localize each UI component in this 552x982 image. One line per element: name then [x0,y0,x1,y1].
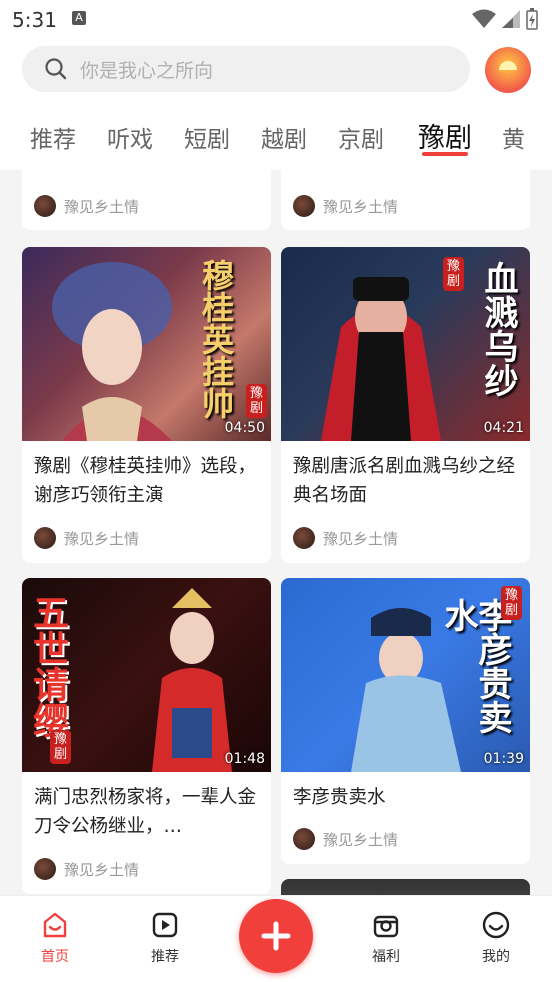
search-placeholder: 你是我心之所向 [80,59,214,82]
tab-tingxi[interactable]: 听戏 [107,120,153,154]
sun-icon [499,61,517,70]
video-duration: 01:48 [224,751,265,767]
nav-home[interactable]: 首页 [25,910,85,966]
video-title[interactable]: 豫剧唐派名剧血溅乌纱之经典名场面 [293,452,519,510]
thumbnail-overlay-title: 五世请缨 [27,594,69,738]
tab-duanju[interactable]: 短剧 [184,120,230,154]
avatar [293,195,315,217]
card-author: 豫见乡土情 [34,195,139,217]
nav-mine[interactable]: 我的 [466,910,526,966]
avatar [34,858,56,880]
nav-welfare[interactable]: 福利 [356,910,416,966]
thumbnail-overlay-title: 李彦贵卖水 [438,598,512,734]
avatar [34,195,56,217]
tab-jingju[interactable]: 京剧 [338,120,384,154]
video-title[interactable]: 满门忠烈杨家将，一辈人金刀令公杨继业，… [34,783,260,841]
video-card[interactable]: 穆桂英挂帅 豫剧 04:50 豫剧《穆桂英挂帅》选段，谢彦巧领衔主演 豫见乡土情 [22,247,271,563]
thumbnail-overlay-title: 血溅乌纱 [478,261,518,397]
wifi-icon [472,9,496,28]
badge: 豫剧 [443,257,464,291]
category-tabs: 推荐 听戏 短剧 越剧 京剧 豫剧 黄 [0,114,552,170]
bottom-nav: 首页 推荐 福利 我的 [0,895,552,982]
publish-button[interactable] [239,899,313,973]
video-title[interactable]: 李彦贵卖水 [293,783,519,812]
battery-icon [526,8,538,30]
badge: 豫剧 [246,384,267,418]
video-card[interactable] [281,879,530,895]
badge: 豫剧 [501,586,522,620]
nav-welfare-label: 福利 [372,949,400,965]
video-card[interactable]: 豫见乡土情 [22,170,271,230]
video-card[interactable]: 李彦贵卖水 豫剧 01:39 李彦贵卖水 豫见乡土情 [281,578,530,864]
status-bar: 5:31 A [0,0,552,38]
signal-icon [502,10,520,28]
nav-recommend[interactable]: 推荐 [135,910,195,966]
card-author: 豫见乡土情 [293,195,398,217]
search-bar[interactable]: 你是我心之所向 [22,46,470,92]
thumbnail-overlay-title: 穆桂英挂帅 [197,259,235,419]
avatar [293,828,315,850]
video-thumbnail[interactable]: 五世请缨 豫剧 01:48 [22,578,271,772]
tab-yueju[interactable]: 越剧 [261,120,307,154]
video-duration: 01:39 [483,751,524,767]
home-icon [43,912,67,938]
video-card[interactable]: 五世请缨 豫剧 01:48 满门忠烈杨家将，一辈人金刀令公杨继业，… 豫见乡土情 [22,578,271,894]
signin-button[interactable]: 签到 [485,47,552,93]
signin-label: 签到 [531,75,552,88]
status-time: 5:31 [12,8,57,32]
notification-icon: A [72,11,86,25]
avatar [34,527,56,549]
tab-huang[interactable]: 黄 [502,120,525,154]
card-author: 豫见乡土情 [34,527,139,549]
video-title[interactable]: 豫剧《穆桂英挂帅》选段，谢彦巧领衔主演 [34,452,260,510]
nav-home-label: 首页 [41,949,69,965]
header: 你是我心之所向 签到 推荐 听戏 短剧 越剧 京剧 豫剧 黄 [0,38,552,170]
video-card[interactable]: 血溅乌纱 豫剧 04:21 豫剧唐派名剧血溅乌纱之经典名场面 豫见乡土情 [281,247,530,563]
active-tab-indicator [422,152,468,156]
video-thumbnail[interactable]: 李彦贵卖水 豫剧 01:39 [281,578,530,772]
tab-yuju[interactable]: 豫剧 [418,116,472,155]
avatar [293,527,315,549]
nav-mine-label: 我的 [482,949,510,965]
nav-recommend-label: 推荐 [151,949,179,965]
video-thumbnail[interactable]: 穆桂英挂帅 豫剧 04:50 [22,247,271,441]
video-duration: 04:50 [224,420,265,436]
badge: 豫剧 [50,730,71,764]
play-icon [152,912,178,938]
tab-tuijian[interactable]: 推荐 [30,120,76,154]
video-feed[interactable]: 豫见乡土情 豫见乡土情 穆桂英挂帅 豫剧 04:50 豫剧《穆桂英挂帅》选段，谢… [0,170,552,895]
card-author: 豫见乡土情 [293,828,398,850]
card-author: 豫见乡土情 [293,527,398,549]
card-author: 豫见乡土情 [34,858,139,880]
video-thumbnail[interactable]: 血溅乌纱 豫剧 04:21 [281,247,530,441]
search-icon [45,58,67,80]
plus-icon [261,921,291,951]
video-card[interactable]: 豫见乡土情 [281,170,530,230]
gift-icon [373,915,399,938]
profile-icon [482,911,510,939]
video-duration: 04:21 [483,420,524,436]
